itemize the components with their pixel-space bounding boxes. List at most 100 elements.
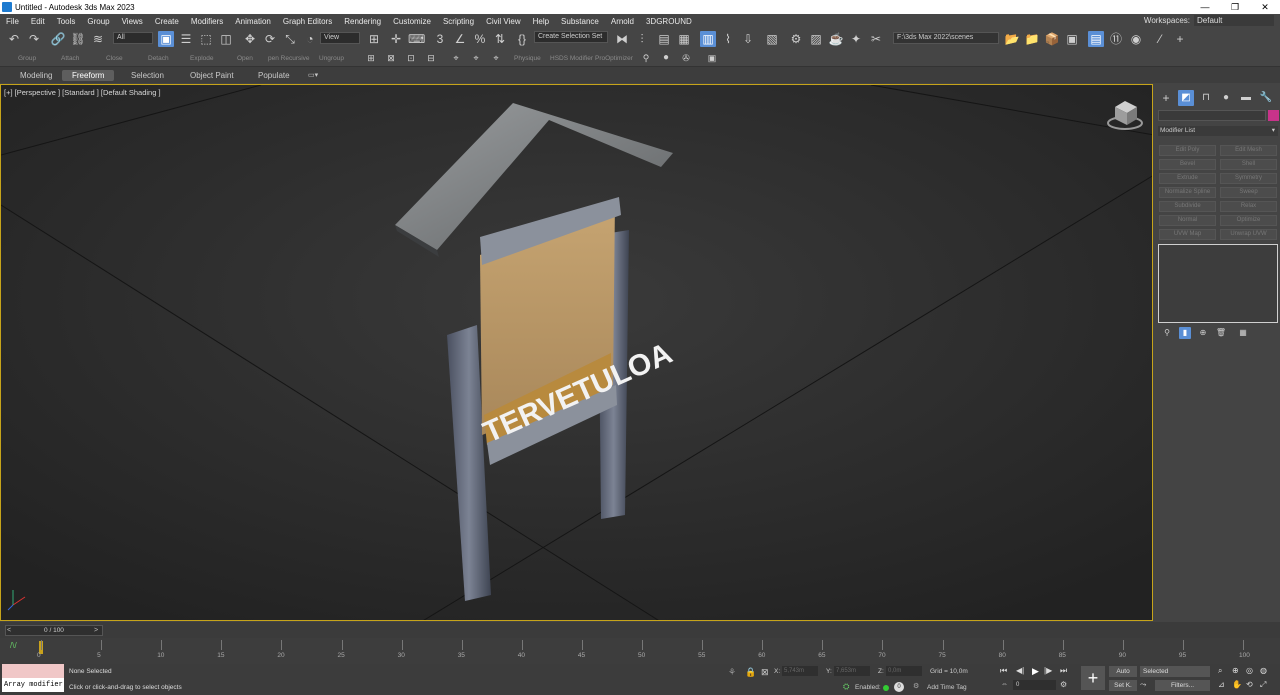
schematic-view-icon[interactable]: ⇩ <box>740 31 756 47</box>
sign-in-icon[interactable]: ◉ <box>1128 31 1144 47</box>
bone-icon[interactable]: ⌖ <box>448 50 464 66</box>
close-group-button[interactable]: Close <box>106 55 123 62</box>
zoom-all-icon[interactable]: ⊕ <box>1232 666 1239 675</box>
normal-button[interactable]: Normal <box>1159 215 1216 226</box>
menu-scripting[interactable]: Scripting <box>437 17 480 26</box>
shell-button[interactable]: Shell <box>1220 159 1277 170</box>
set-key-icon[interactable]: + <box>1081 666 1105 690</box>
ribbon-options-icon[interactable]: ▭▾ <box>298 70 328 80</box>
z-coordinate-field[interactable]: 0,0m <box>886 666 922 676</box>
goto-start-icon[interactable]: ⏮ <box>1000 666 1007 676</box>
render-setup-icon[interactable]: ⚙ <box>788 31 804 47</box>
play-icon[interactable]: ▶ <box>1032 666 1039 677</box>
lock-icon[interactable]: 🔒 <box>745 667 756 678</box>
select-object-icon[interactable]: ▣ <box>158 31 174 47</box>
time-config-icon[interactable]: ⚙ <box>913 682 919 690</box>
tab-object-paint[interactable]: Object Paint <box>180 70 244 81</box>
isolate-icon[interactable]: ⚘ <box>728 667 736 678</box>
zoom-icon[interactable]: ⌕ <box>1218 666 1222 676</box>
open-group-button[interactable]: Open <box>237 55 253 62</box>
reference-coordinate-dropdown[interactable]: View <box>320 32 360 44</box>
viewport-label[interactable]: [+] [Perspective ] [Standard ] [Default … <box>4 88 161 97</box>
bevel-button[interactable]: Bevel <box>1159 159 1216 170</box>
remove-modifier-icon[interactable]: 🗑 <box>1215 327 1227 339</box>
physique-button[interactable]: Physique <box>514 55 541 62</box>
grid-icon[interactable]: ⊞ <box>363 50 379 66</box>
mesh-icon[interactable]: ⊠ <box>383 50 399 66</box>
key-mode-icon[interactable]: ⇔ <box>1001 681 1008 688</box>
scale-icon[interactable]: ⤡ <box>282 31 298 47</box>
uvw-map-button[interactable]: UVW Map <box>1159 229 1216 240</box>
modifier-list-dropdown[interactable]: Modifier List ▾ <box>1158 126 1278 136</box>
maxscript-icon[interactable]: ▤ <box>1088 31 1104 47</box>
y-coordinate-field[interactable]: 7,653m <box>834 666 870 676</box>
key-tangent-icon[interactable]: ⤳ <box>1140 680 1146 690</box>
render-activeshade-icon[interactable]: ✂ <box>868 31 884 47</box>
bind-spacewarp-icon[interactable]: ≋ <box>90 31 106 47</box>
render-production-icon[interactable]: ☕ <box>828 31 844 47</box>
project-folder-dropdown[interactable]: F:\3ds Max 2022\scenes <box>893 32 999 44</box>
rendered-frame-icon[interactable]: ▨ <box>808 31 824 47</box>
open-folder-icon[interactable]: 📂 <box>1004 31 1020 47</box>
menu-file[interactable]: File <box>0 17 25 26</box>
tab-modeling[interactable]: Modeling <box>10 70 62 81</box>
group-button[interactable]: Group <box>18 55 36 62</box>
utilities-tab-icon[interactable]: 🔧 <box>1258 90 1274 106</box>
weight-icon[interactable]: ⌖ <box>488 50 504 66</box>
crosshair-icon[interactable]: + <box>1172 31 1188 47</box>
detach-button[interactable]: Detach <box>148 55 169 62</box>
make-unique-icon[interactable]: ⊕ <box>1197 327 1209 339</box>
redo-icon[interactable]: ↷ <box>26 31 42 47</box>
menu-substance[interactable]: Substance <box>555 17 605 26</box>
pin-icon[interactable]: ⚲ <box>638 50 654 66</box>
menu-views[interactable]: Views <box>116 17 149 26</box>
normalize-spline-button[interactable]: Normalize Spline <box>1159 187 1216 198</box>
maximize-button[interactable]: ❐ <box>1220 0 1250 14</box>
time-tag-icon[interactable]: 0 <box>894 682 904 692</box>
create-tab-icon[interactable]: + <box>1158 90 1174 106</box>
menu-modifiers[interactable]: Modifiers <box>185 17 229 26</box>
time-slider[interactable]: < 0 / 100 > <box>5 625 103 636</box>
link-icon[interactable]: 🔗 <box>50 31 66 47</box>
move-icon[interactable]: ✥ <box>242 31 258 47</box>
perspective-viewport[interactable]: TERVETULOA [+] [Perspective ] [Standard … <box>0 84 1153 621</box>
prev-key-icon[interactable]: ◀| <box>1016 666 1024 675</box>
enabled-indicator-icon[interactable] <box>883 685 889 691</box>
object-color-swatch[interactable] <box>1268 110 1279 121</box>
box-icon[interactable]: ⊟ <box>423 50 439 66</box>
orbit-icon[interactable]: ⟲ <box>1246 680 1253 689</box>
add-time-tag[interactable]: Add Time Tag <box>927 684 967 691</box>
menu-animation[interactable]: Animation <box>229 17 277 26</box>
menu-group[interactable]: Group <box>81 17 115 26</box>
open-recursive-button[interactable]: pen Recursive <box>268 55 310 62</box>
configure-sets-icon[interactable]: ▦ <box>1237 327 1249 339</box>
edit-poly-button[interactable]: Edit Poly <box>1159 145 1216 156</box>
tab-freeform[interactable]: Freeform <box>62 70 115 81</box>
edit-named-selection-icon[interactable]: {} <box>514 31 530 47</box>
archive-icon[interactable]: 📦 <box>1044 31 1060 47</box>
rect-selection-icon[interactable]: ⬚ <box>198 31 214 47</box>
menu-graph-editors[interactable]: Graph Editors <box>277 17 338 26</box>
select-manipulate-icon[interactable]: ✛ <box>388 31 404 47</box>
material-editor-icon[interactable]: ▧ <box>764 31 780 47</box>
spinner-snap-icon[interactable]: ⇅ <box>492 31 508 47</box>
keyboard-shortcut-icon[interactable]: ⌨ <box>408 31 425 47</box>
unlink-icon[interactable]: ⛓ <box>70 31 86 47</box>
align-icon[interactable]: ⫶ <box>634 31 650 47</box>
current-frame-field[interactable]: 0 <box>1013 680 1056 690</box>
filters-button[interactable]: Filters... <box>1155 680 1210 691</box>
close-button[interactable]: ✕ <box>1250 0 1280 14</box>
sweep-button[interactable]: Sweep <box>1220 187 1277 198</box>
select-by-name-icon[interactable]: ☰ <box>178 31 194 47</box>
object-name-field[interactable] <box>1158 110 1266 121</box>
menu-help[interactable]: Help <box>527 17 555 26</box>
tab-selection[interactable]: Selection <box>121 70 174 81</box>
explode-button[interactable]: Explode <box>190 55 214 62</box>
zoom-extents-all-icon[interactable]: ◍ <box>1260 666 1267 675</box>
menu-civil-view[interactable]: Civil View <box>480 17 527 26</box>
menu-create[interactable]: Create <box>149 17 185 26</box>
time-configuration-icon[interactable]: ⚙ <box>1060 680 1067 689</box>
menu-edit[interactable]: Edit <box>25 17 51 26</box>
undo-icon[interactable]: ↶ <box>6 31 22 47</box>
modifier-stack[interactable] <box>1158 244 1278 323</box>
